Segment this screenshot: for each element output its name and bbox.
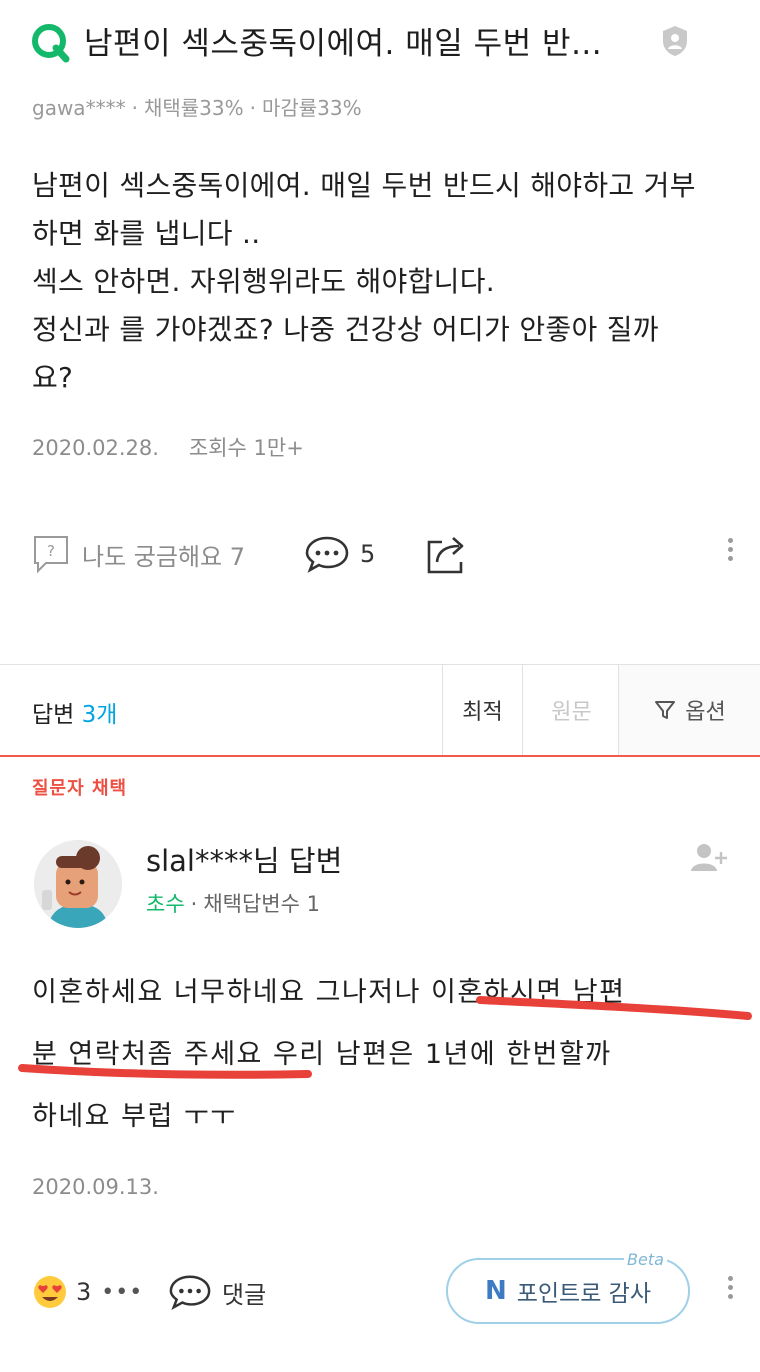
answer-count-label: 답변 bbox=[32, 702, 75, 728]
reaction-button[interactable]: 3 ••• bbox=[32, 1266, 143, 1318]
answer-body: 이혼하세요 너무하네요 그나저나 이혼하시면 남편 분 연락처좀 주세요 우리 … bbox=[32, 962, 742, 1148]
answer-count: 답변 3개 bbox=[32, 695, 117, 729]
question-line: 정신과 를 가야겠죠? 나중 건강상 어디가 안좋아 질까 bbox=[32, 313, 659, 346]
question-line: 하면 화를 냅니다 .. bbox=[32, 217, 261, 250]
curious-button[interactable]: ? 나도 궁금해요 7 bbox=[32, 530, 245, 578]
view-count: 조회수 1만+ bbox=[188, 436, 304, 460]
reaction-count: 3 bbox=[76, 1278, 92, 1306]
heart-eyes-emoji-icon bbox=[34, 1276, 66, 1308]
chosen-badge: 질문자 채택 bbox=[32, 778, 128, 799]
options-label: 옵션 bbox=[685, 700, 726, 725]
naver-point-icon: N bbox=[484, 1276, 507, 1306]
close-rate: 마감률33% bbox=[261, 96, 362, 120]
question-line: 남편이 섹스중독이에여. 매일 두번 반드시 해야하고 거부 bbox=[32, 169, 696, 202]
speech-bubble-icon bbox=[305, 536, 349, 573]
thanks-label: 포인트로 감사 bbox=[516, 1281, 652, 1307]
answer-line: 하네요 부럽 ㅜㅜ bbox=[32, 1101, 237, 1132]
answer-date: 2020.09.13. bbox=[32, 1175, 159, 1199]
answer-count-number: 3개 bbox=[81, 702, 118, 728]
answerer-meta: 초수 · 채택답변수 1 bbox=[146, 892, 320, 916]
question-date: 2020.02.28. bbox=[32, 436, 159, 460]
tab-latest[interactable]: 최적 bbox=[442, 665, 522, 755]
answers-divider bbox=[0, 755, 760, 757]
filter-icon bbox=[655, 701, 676, 719]
adopt-rate: 채택률33% bbox=[143, 96, 244, 120]
svg-text:?: ? bbox=[47, 542, 55, 560]
options-button[interactable]: 옵션 bbox=[618, 665, 760, 755]
more-reactions[interactable]: ••• bbox=[101, 1280, 143, 1305]
share-icon[interactable] bbox=[424, 530, 470, 578]
q-logo-icon bbox=[32, 24, 70, 63]
shield-icon[interactable] bbox=[660, 24, 690, 58]
beta-badge: Beta bbox=[624, 1250, 667, 1269]
speech-bubble-icon bbox=[169, 1275, 211, 1311]
adopted-count: 채택답변수 1 bbox=[203, 892, 320, 916]
kebab-icon[interactable] bbox=[726, 534, 734, 565]
answerer-name[interactable]: slal****님 답변 bbox=[146, 838, 342, 880]
answers-bar: 답변 3개 최적 원문 옵션 bbox=[0, 665, 760, 755]
answer-line: 이혼하세요 너무하네요 그나저나 이혼하시면 남편 bbox=[32, 977, 626, 1008]
answer-line: 분 연락처좀 주세요 우리 남편은 1년에 한번할까 bbox=[32, 1039, 612, 1070]
question-meta: gawa**** · 채택률33% · 마감률33% bbox=[32, 96, 362, 120]
question-date-row: 2020.02.28. 조회수 1만+ bbox=[32, 432, 304, 462]
curious-label: 나도 궁금해요 7 bbox=[82, 542, 246, 571]
kebab-icon[interactable] bbox=[726, 1272, 734, 1303]
reply-button[interactable]: 댓글 bbox=[168, 1266, 266, 1318]
question-line: 섹스 안하면. 자위행위라도 해야합니다. bbox=[32, 265, 495, 298]
reply-label: 댓글 bbox=[222, 1280, 267, 1309]
question-body: 남편이 섹스중독이에여. 매일 두번 반드시 해야하고 거부 하면 화를 냅니다… bbox=[32, 162, 732, 402]
author-id[interactable]: gawa**** bbox=[32, 96, 126, 120]
question-title: 남편이 섹스중독이에여. 매일 두번 반... bbox=[84, 26, 603, 62]
question-line: 요? bbox=[32, 361, 74, 394]
comment-count: 5 bbox=[360, 540, 376, 568]
answerer-rank: 초수 bbox=[146, 892, 185, 916]
avatar[interactable] bbox=[34, 840, 122, 928]
add-user-icon[interactable] bbox=[690, 842, 730, 872]
question-box-icon: ? bbox=[34, 536, 68, 574]
comment-button[interactable]: 5 bbox=[304, 530, 375, 578]
tab-original[interactable]: 원문 bbox=[522, 665, 620, 755]
